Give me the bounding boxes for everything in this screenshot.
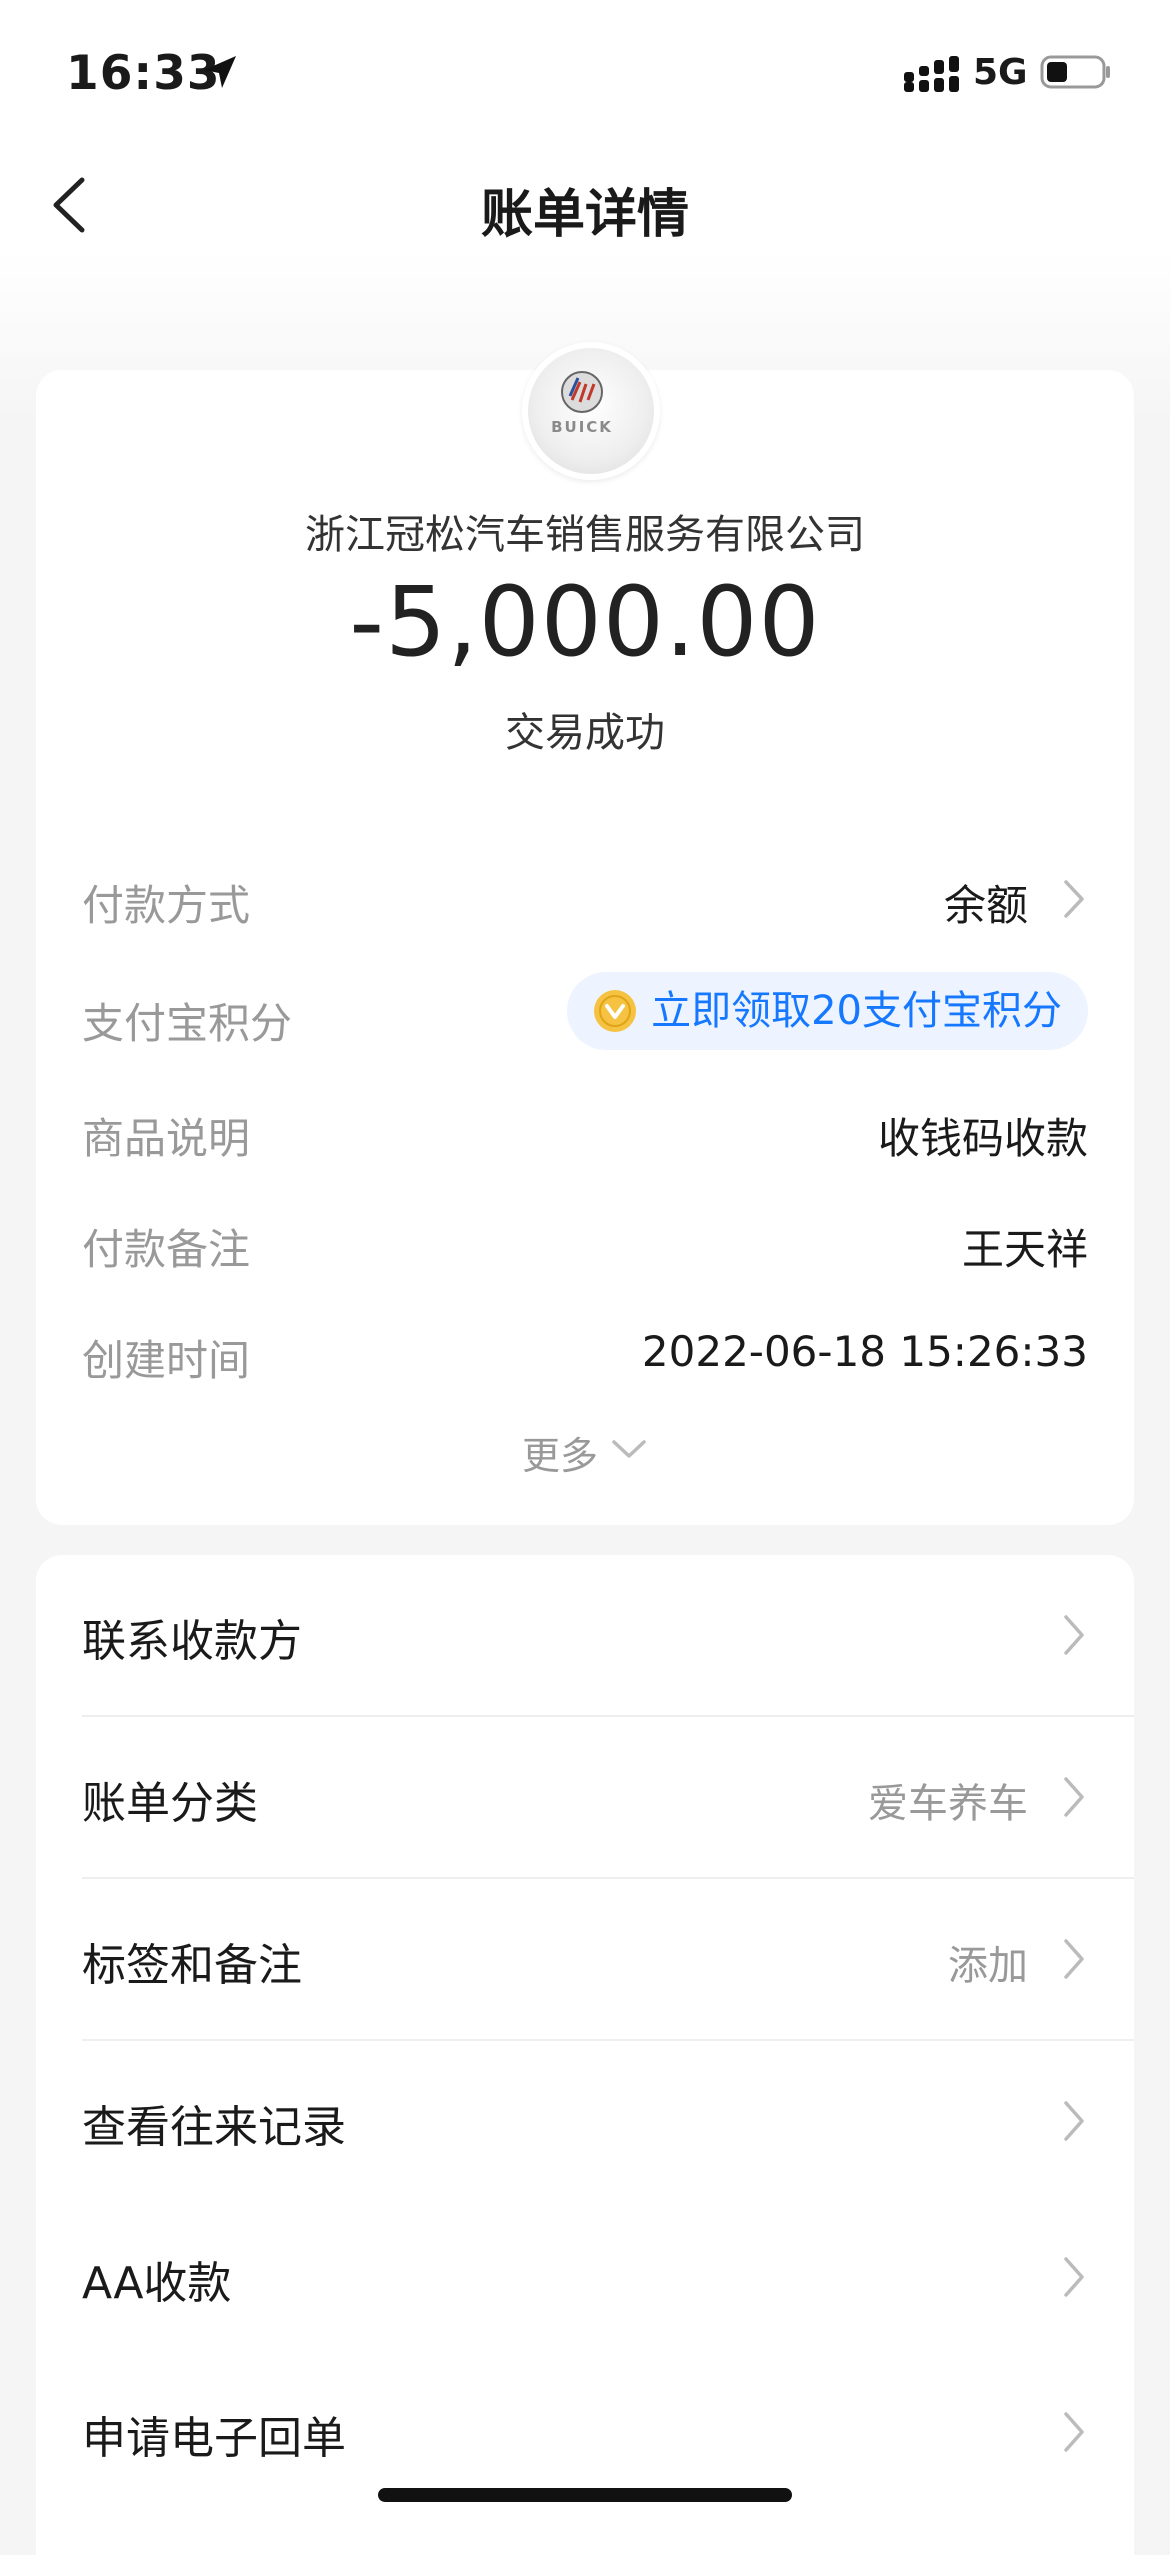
battery-icon [1040, 55, 1110, 89]
detail-row-description: 商品说明 收钱码收款 [82, 1093, 1088, 1163]
menu-item-contact-payee[interactable]: 联系收款方 [36, 1555, 1134, 1717]
detail-label: 商品说明 [82, 1114, 251, 1163]
chevron-right-icon [1064, 1939, 1084, 1979]
points-coin-icon [594, 990, 637, 1032]
actions-card: 联系收款方 账单分类 爱车养车 标签和备注 添加 查看往来记录 AA收款 申请电… [36, 1555, 1134, 2555]
chevron-right-icon [1064, 880, 1084, 918]
page-title: 账单详情 [480, 185, 689, 245]
menu-item-aa-collect[interactable]: AA收款 [36, 2197, 1134, 2359]
network-type: 5G [973, 52, 1028, 93]
menu-item-tags-notes[interactable]: 标签和备注 添加 [36, 1879, 1134, 2041]
detail-label: 支付宝积分 [82, 999, 293, 1048]
menu-item-bill-category[interactable]: 账单分类 爱车养车 [36, 1717, 1134, 1879]
detail-value: 收钱码收款 [877, 1114, 1088, 1163]
transaction-amount: -5,000.00 [349, 566, 821, 678]
menu-item-history[interactable]: 查看往来记录 [36, 2041, 1134, 2203]
detail-row-remark: 付款备注 王天祥 [82, 1204, 1088, 1274]
detail-value: 余额 [943, 881, 1028, 930]
bill-summary-card: BUICK 浙江冠松汽车销售服务有限公司 -5,000.00 交易成功 付款方式… [36, 342, 1134, 1525]
menu-label: AA收款 [82, 2258, 232, 2309]
detail-label: 付款方式 [82, 881, 251, 930]
detail-row-created-time: 创建时间 2022-06-18 15:26:33 [82, 1315, 1088, 1385]
location-arrow-icon [204, 56, 236, 88]
chevron-right-icon [1064, 1777, 1084, 1817]
buick-logo-icon: BUICK [551, 371, 613, 436]
menu-value: 爱车养车 [868, 1781, 1028, 1827]
merchant-name: 浙江冠松汽车销售服务有限公司 [305, 512, 865, 558]
status-bar: 16:33 5G [0, 0, 1170, 140]
chevron-down-icon [612, 1440, 646, 1458]
detail-label: 付款备注 [82, 1225, 251, 1274]
chevron-right-icon [1064, 2101, 1084, 2141]
menu-label: 查看往来记录 [82, 2102, 346, 2153]
detail-row-payment-method[interactable]: 付款方式 余额 [82, 860, 1088, 930]
home-indicator[interactable] [378, 2488, 792, 2502]
claim-points-button[interactable]: 立即领取20支付宝积分 [567, 972, 1088, 1050]
detail-value: 王天祥 [961, 1225, 1088, 1274]
detail-row-points: 支付宝积分 立即领取20支付宝积分 [82, 972, 1088, 1050]
chevron-right-icon [1064, 1615, 1084, 1655]
detail-label: 创建时间 [82, 1336, 251, 1385]
chevron-right-icon [1064, 2412, 1084, 2452]
nav-bar: 账单详情 [0, 150, 1170, 260]
menu-label: 账单分类 [82, 1778, 258, 1829]
signal-icon [904, 56, 959, 92]
menu-label: 标签和备注 [82, 1940, 302, 1991]
menu-label: 联系收款方 [82, 1616, 302, 1667]
more-label: 更多 [521, 1434, 598, 1478]
status-time: 16:33 [66, 46, 221, 101]
more-toggle[interactable]: 更多 [36, 1425, 1134, 1480]
claim-points-label: 立即领取20支付宝积分 [651, 988, 1062, 1034]
menu-value: 添加 [948, 1943, 1028, 1989]
chevron-right-icon [1064, 2257, 1084, 2297]
merchant-logo-text: BUICK [551, 418, 613, 436]
detail-value: 2022-06-18 15:26:33 [641, 1327, 1088, 1376]
transaction-status: 交易成功 [505, 710, 665, 756]
merchant-avatar: BUICK [522, 342, 660, 480]
menu-label: 申请电子回单 [82, 2413, 346, 2464]
